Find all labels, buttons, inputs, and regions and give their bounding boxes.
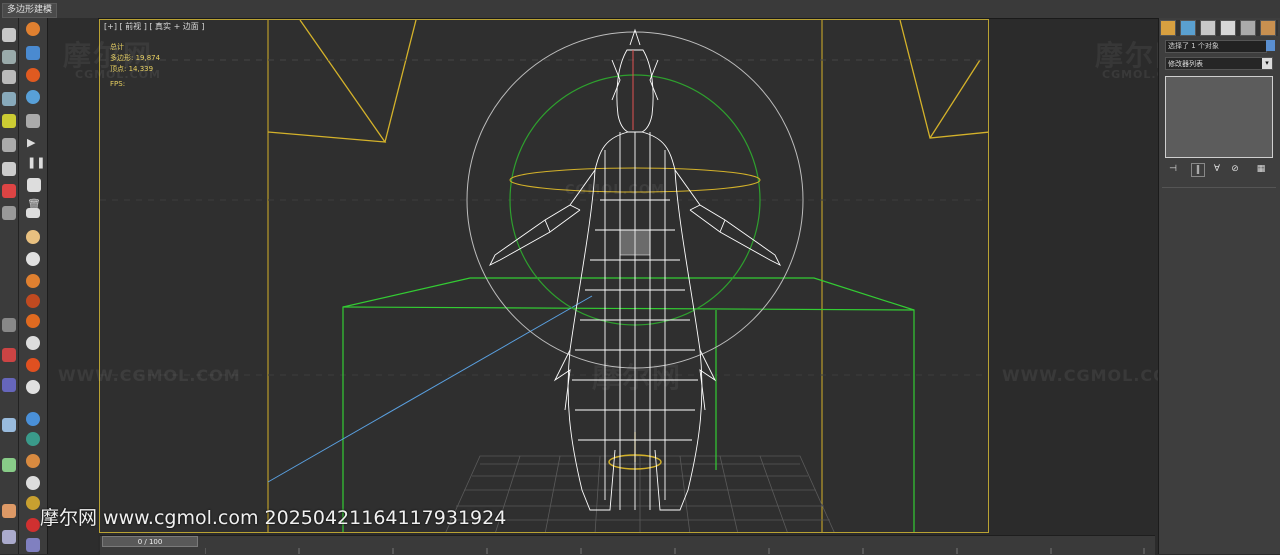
watermark-url-left: WWW.CGMOL.COM [58, 366, 241, 385]
show-end-result-icon[interactable]: ‖ [1191, 163, 1205, 177]
watermark-sub-center: CGMOL.COM [565, 183, 665, 198]
modifier-stack[interactable] [1165, 76, 1273, 158]
play-icon[interactable]: ▶ [27, 136, 35, 149]
object-name-field[interactable]: 选择了 1 个对象 [1165, 40, 1267, 53]
left-tool-column: ▶ ❚❚ 🗑 [19, 18, 48, 554]
grid-icon[interactable] [2, 92, 16, 106]
camera-cone-right [899, 20, 988, 139]
cup-icon[interactable] [26, 454, 40, 468]
scene-icon[interactable] [2, 50, 16, 64]
drop-icon[interactable] [26, 412, 40, 426]
stack-toolbar: ⊣ ‖ ∀ ⊘ ▦ [1165, 163, 1273, 177]
geometry-icon[interactable] [26, 46, 40, 60]
material-icon[interactable] [2, 458, 16, 472]
camera-icon[interactable] [2, 138, 16, 152]
time-slider[interactable]: 0 / 100 [102, 536, 198, 547]
chevron-down-icon[interactable]: ▾ [1262, 58, 1272, 69]
systems-icon[interactable] [2, 206, 16, 220]
tool-icon[interactable] [2, 318, 16, 332]
bowl-icon[interactable] [26, 476, 40, 490]
tab-modify[interactable] [1180, 20, 1196, 36]
ring-icon[interactable] [26, 252, 40, 266]
character-wireframe [488, 28, 782, 511]
smoke-icon[interactable] [26, 380, 40, 394]
left-gap [48, 18, 98, 554]
effect-icon[interactable] [2, 504, 16, 518]
panel-separator [1162, 187, 1276, 188]
stop-icon[interactable] [27, 178, 41, 192]
object-color-swatch[interactable] [1266, 40, 1275, 51]
view-icon[interactable] [2, 28, 16, 42]
pin-stack-icon[interactable]: ⊣ [1167, 163, 1179, 175]
light-icon[interactable] [2, 114, 16, 128]
shape-icon[interactable] [26, 114, 40, 128]
sphere-icon[interactable] [26, 230, 40, 244]
torch-icon[interactable] [26, 358, 40, 372]
make-unique-icon[interactable]: ∀ [1211, 163, 1223, 175]
watermark-footer: 摩尔网 www.cgmol.com 20250421164117931924 [40, 507, 507, 529]
particle-icon[interactable] [2, 348, 16, 362]
spark-icon[interactable] [26, 314, 40, 328]
tab-create[interactable] [1160, 20, 1176, 36]
tab-hierarchy[interactable] [1200, 20, 1216, 36]
fire-icon[interactable] [26, 68, 40, 82]
cloud-icon[interactable] [26, 336, 40, 350]
bounding-box [342, 277, 915, 532]
space-warp-icon[interactable] [2, 184, 16, 198]
top-ribbon [0, 0, 1280, 19]
water-icon[interactable] [26, 90, 40, 104]
layer-icon[interactable] [2, 70, 16, 84]
bucket-icon[interactable] [26, 496, 40, 510]
ember-icon[interactable] [26, 294, 40, 308]
watermark-logo-center: 摩尔网 [592, 361, 683, 394]
belt-plate [619, 229, 651, 256]
misc-icon[interactable] [2, 530, 16, 544]
ribbon-tab-polygon-modeling[interactable]: 多边形建模 [2, 3, 58, 18]
flame-icon[interactable] [26, 274, 40, 288]
front-viewport[interactable] [99, 19, 989, 533]
remove-modifier-icon[interactable]: ⊘ [1229, 163, 1241, 175]
camera-cone-left [267, 20, 387, 143]
light-ray [267, 295, 593, 483]
wave-icon[interactable] [26, 432, 40, 446]
red-orb-icon[interactable] [26, 518, 40, 532]
create-icon[interactable] [26, 22, 40, 36]
timeline-ticks[interactable] [205, 540, 1145, 554]
dynamics-icon[interactable] [2, 378, 16, 392]
tab-motion[interactable] [1220, 20, 1236, 36]
viewport-label[interactable]: [+] [ 前视 ] [ 真实 + 边面 ] [104, 21, 204, 32]
render-icon[interactable] [2, 418, 16, 432]
left-icon-strip [0, 18, 19, 554]
tab-utilities[interactable] [1260, 20, 1276, 36]
watermark-sub-left: CGMOL.COM [75, 68, 161, 81]
tab-display[interactable] [1240, 20, 1256, 36]
script-icon[interactable] [26, 538, 40, 552]
helper-icon[interactable] [2, 162, 16, 176]
panel-icon[interactable] [26, 208, 40, 218]
modifier-list-dropdown[interactable]: 修改器列表 [1165, 57, 1273, 70]
configure-sets-icon[interactable]: ▦ [1255, 163, 1267, 175]
viewport-scene [100, 20, 988, 532]
pause-icon[interactable]: ❚❚ [27, 156, 45, 169]
command-panel-tabs [1160, 20, 1278, 36]
